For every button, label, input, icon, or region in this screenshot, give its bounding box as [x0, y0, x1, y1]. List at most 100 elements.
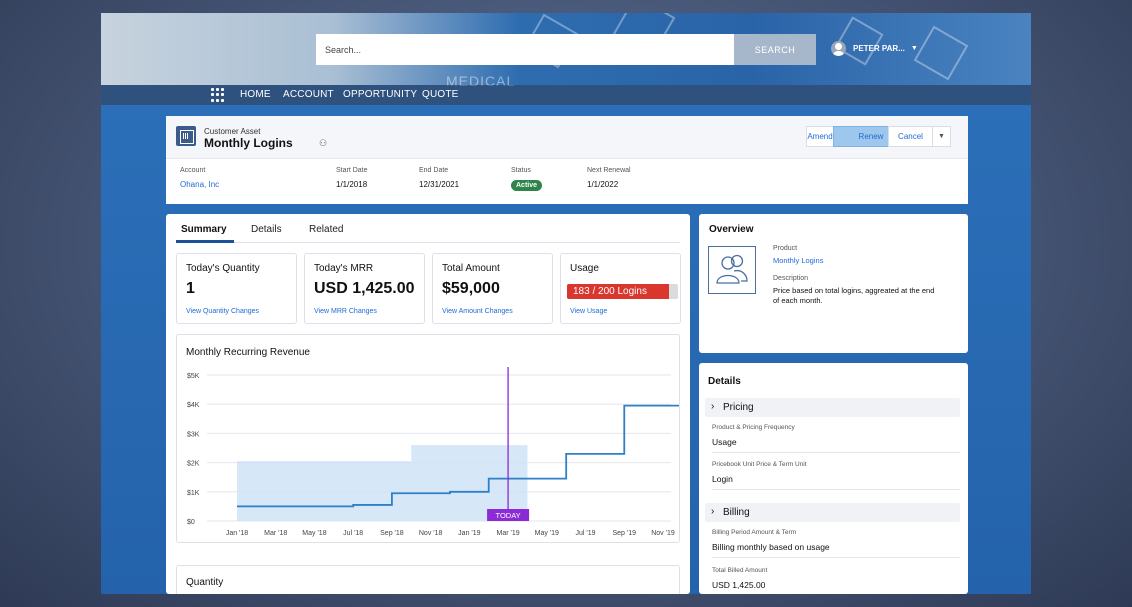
- metric-value: 1: [186, 280, 195, 297]
- view-mrr-changes-link[interactable]: View MRR Changes: [314, 308, 377, 315]
- view-amount-changes-link[interactable]: View Amount Changes: [442, 308, 513, 315]
- metric-total-amount: Total Amount $59,000 View Amount Changes: [432, 253, 553, 324]
- cancel-button[interactable]: Cancel: [888, 126, 933, 147]
- field-next-renewal: Next Renewal 1/1/2022: [587, 167, 631, 189]
- nav-item-account[interactable]: ACCOUNT: [283, 89, 334, 100]
- x-tick-label: Sep '18: [380, 530, 404, 537]
- record-header-top: Customer Asset Monthly Logins ⚇ Amend Re…: [166, 116, 968, 158]
- y-tick-label: $2K: [187, 461, 200, 468]
- chevron-down-icon[interactable]: ▼: [932, 126, 951, 147]
- asset-icon: [176, 126, 196, 146]
- usage-value: 183 / 200 Logins: [573, 286, 647, 297]
- app-launcher-icon[interactable]: [211, 88, 225, 102]
- field-value: 1/1/2018: [336, 180, 368, 189]
- account-link[interactable]: Ohana, Inc: [180, 180, 219, 189]
- x-tick-label: Jul '19: [576, 530, 596, 537]
- nav-item-quote[interactable]: QUOTE: [422, 89, 459, 100]
- x-tick-label: Jan '18: [226, 530, 248, 537]
- metric-quantity: Today's Quantity 1 View Quantity Changes: [176, 253, 297, 324]
- action-button-group: Amend Renew Cancel ▼: [806, 126, 951, 147]
- field-value: USD 1,425.00: [712, 580, 766, 590]
- field-value: Billing monthly based on usage: [712, 542, 830, 552]
- field-pricebook-unit: Pricebook Unit Price & Term Unit Login: [712, 461, 960, 490]
- renew-button[interactable]: Renew: [833, 126, 889, 147]
- hierarchy-icon[interactable]: ⚇: [318, 138, 328, 148]
- x-tick-label: Nov '18: [419, 530, 443, 537]
- details-title: Details: [708, 376, 741, 387]
- section-billing[interactable]: › Billing: [705, 503, 960, 522]
- tab-details[interactable]: Details: [251, 224, 282, 235]
- metric-title: Total Amount: [442, 263, 500, 274]
- field-account: Account Ohana, Inc: [180, 167, 219, 189]
- metric-title: Usage: [570, 263, 599, 274]
- amend-button[interactable]: Amend: [806, 126, 834, 147]
- y-tick-label: $4K: [187, 402, 200, 409]
- mrr-chart: Monthly Recurring Revenue $0 $1K $2K $3K $4K…: [176, 334, 680, 543]
- product-image-users-icon: [708, 246, 756, 294]
- section-label: Billing: [723, 507, 750, 518]
- overview-label: Description: [773, 275, 809, 282]
- metric-usage: Usage 183 / 200 Logins View Usage: [560, 253, 681, 324]
- hero-banner: MEDICAL Search... SEARCH PETER PAR... ▼: [101, 13, 1031, 89]
- field-label: End Date: [419, 167, 449, 174]
- mrr-chart-canvas: $0 $1K $2K $3K $4K $5K TODAY Jan '18 Mar '18 May …: [187, 367, 679, 537]
- field-label: Status: [511, 167, 531, 174]
- section-pricing[interactable]: › Pricing: [705, 398, 960, 417]
- quantity-chart: Quantity: [176, 565, 680, 594]
- field-label: Pricebook Unit Price & Term Unit: [712, 461, 807, 468]
- record-type-label: Customer Asset: [204, 127, 261, 136]
- product-link[interactable]: Monthly Logins: [773, 256, 938, 266]
- usage-progress-bar: 183 / 200 Logins: [567, 284, 678, 299]
- field-value: Login: [712, 474, 733, 484]
- chevron-down-icon: ▼: [910, 45, 918, 52]
- field-label: Billing Period Amount & Term: [712, 529, 797, 536]
- view-quantity-changes-link[interactable]: View Quantity Changes: [186, 308, 259, 315]
- today-marker-label: TODAY: [496, 511, 521, 520]
- field-billing-period: Billing Period Amount & Term Billing mon…: [712, 529, 960, 558]
- tab-summary[interactable]: Summary: [181, 224, 227, 235]
- tab-bar: Summary Details Related: [176, 214, 680, 243]
- metric-mrr: Today's MRR USD 1,425.00 View MRR Change…: [304, 253, 425, 324]
- active-tab-indicator: [176, 240, 234, 243]
- user-menu[interactable]: PETER PAR... ▼: [831, 41, 918, 56]
- record-header: Customer Asset Monthly Logins ⚇ Amend Re…: [166, 116, 968, 204]
- overview-description: Description Price based on total logins,…: [773, 275, 938, 306]
- y-tick-label: $0: [187, 519, 195, 526]
- summary-card: Summary Details Related Today's Quantity…: [166, 214, 690, 594]
- search-input[interactable]: Search...: [316, 34, 734, 65]
- overview-description-value: Price based on total logins, aggreated a…: [773, 286, 935, 305]
- x-tick-label: May '19: [535, 530, 559, 537]
- overview-title: Overview: [709, 224, 754, 235]
- overview-card: Overview Product Monthly Logins Descript…: [699, 214, 968, 353]
- quantity-chart-title: Quantity: [186, 577, 224, 588]
- nav-item-opportunity[interactable]: OPPORTUNITY: [343, 89, 417, 100]
- y-tick-label: $5K: [187, 373, 200, 380]
- field-status: Status Active: [511, 167, 543, 192]
- field-total-billed: Total Billed Amount USD 1,425.00: [712, 567, 960, 594]
- field-label: Start Date: [336, 167, 368, 174]
- x-tick-label: Nov '19: [651, 530, 675, 537]
- field-label: Account: [180, 167, 206, 174]
- field-label: Total Billed Amount: [712, 567, 768, 574]
- y-tick-label: $3K: [187, 431, 200, 438]
- chart-title: Monthly Recurring Revenue: [186, 347, 310, 358]
- field-end-date: End Date 12/31/2021: [419, 167, 459, 189]
- overview-product: Product Monthly Logins: [773, 245, 938, 266]
- nav-item-home[interactable]: HOME: [240, 89, 271, 100]
- search-placeholder: Search...: [325, 44, 362, 55]
- metric-value: USD 1,425.00: [314, 280, 415, 297]
- overview-label: Product: [773, 245, 798, 252]
- app-window: MEDICAL Search... SEARCH PETER PAR... ▼ …: [101, 13, 1031, 594]
- x-tick-label: Mar '18: [264, 530, 287, 537]
- field-value: 12/31/2021: [419, 180, 460, 189]
- tab-related[interactable]: Related: [309, 224, 343, 235]
- chevron-right-icon: ›: [711, 401, 715, 412]
- metric-title: Today's MRR: [314, 263, 374, 274]
- view-usage-link[interactable]: View Usage: [570, 308, 607, 315]
- x-tick-label: Jan '19: [458, 530, 480, 537]
- search-button[interactable]: SEARCH: [734, 34, 816, 65]
- x-tick-label: May '18: [302, 530, 326, 537]
- field-start-date: Start Date 1/1/2018: [336, 167, 368, 189]
- x-tick-label: Sep '19: [613, 530, 637, 537]
- metric-value: $59,000: [442, 280, 500, 297]
